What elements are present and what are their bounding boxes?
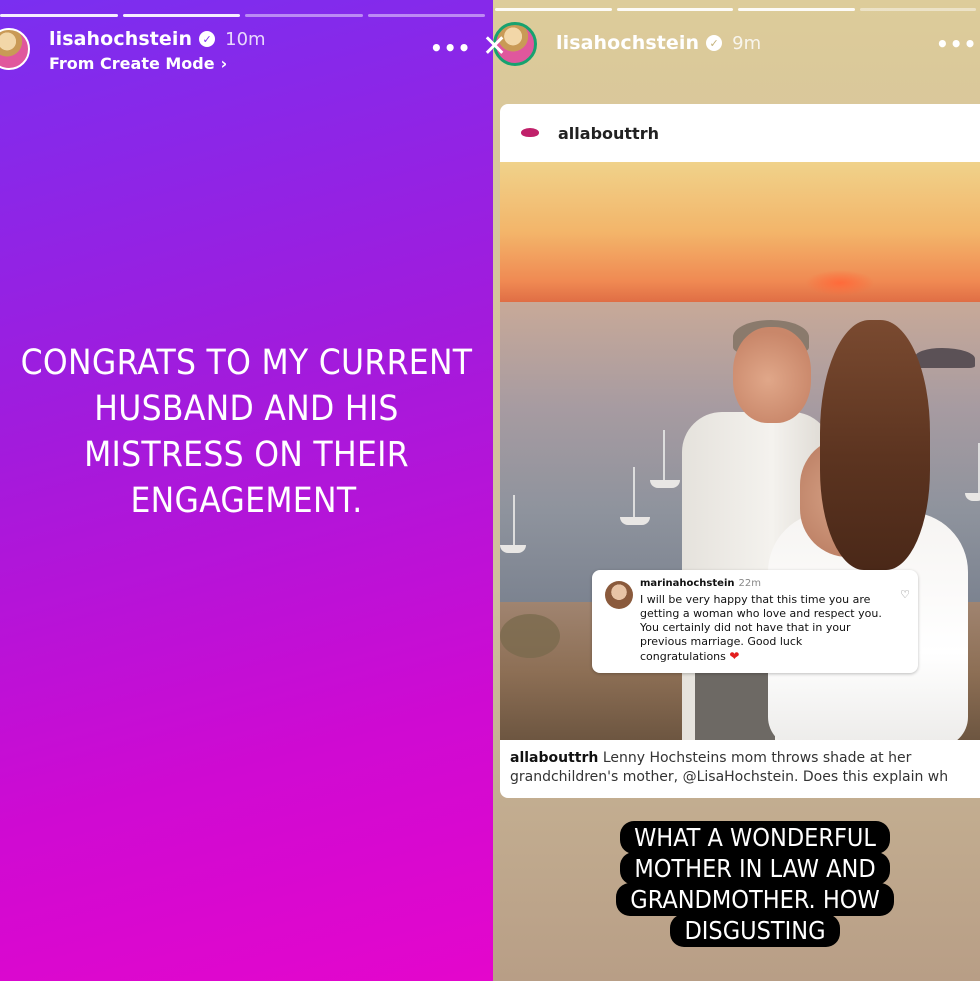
create-mode-label: From Create Mode — [49, 54, 215, 73]
story-overlay-text: WHAT A WONDERFUL MOTHER IN LAW AND GRAND… — [613, 821, 897, 947]
username[interactable]: lisahochstein — [49, 28, 192, 50]
caption-username[interactable]: allabouttrh — [510, 750, 598, 766]
comment-screenshot: marinahochstein 22m I will be very happy … — [592, 570, 918, 673]
more-options-icon[interactable]: ••• — [936, 32, 977, 56]
progress-segment — [122, 14, 240, 17]
overlay-line: DISGUSTING — [670, 914, 840, 947]
username[interactable]: lisahochstein — [556, 32, 699, 54]
overlay-line: MOTHER IN LAW AND — [620, 852, 890, 885]
story-left: lisahochstein ✓ 10m From Create Mode › •… — [0, 0, 493, 981]
story-progress-bar — [0, 14, 485, 17]
verified-badge-icon: ✓ — [199, 31, 216, 47]
caption-text-line1: Lenny Hochsteins mom throws shade at her — [602, 750, 912, 766]
progress-segment — [0, 14, 118, 17]
post-account-name[interactable]: allabouttrh — [558, 124, 659, 143]
story-header: lisahochstein ✓ 10m From Create Mode › — [0, 28, 266, 73]
progress-segment — [738, 8, 855, 11]
comment-username: marinahochstein — [640, 578, 735, 589]
progress-segment — [859, 8, 976, 11]
post-time: 9m — [732, 32, 762, 54]
heart-icon: ❤ — [729, 649, 740, 663]
brand-logo-icon — [516, 122, 544, 144]
post-caption: allabouttrh Lenny Hochsteins mom throws … — [510, 749, 980, 787]
post-photo: marinahochstein 22m I will be very happy … — [500, 162, 980, 740]
comment-avatar — [605, 581, 633, 609]
story-text: CONGRATS TO MY CURRENT HUSBAND AND HIS M… — [20, 343, 473, 521]
create-mode-link[interactable]: From Create Mode › — [49, 54, 266, 73]
story-header: lisahochstein ✓ 9m — [493, 22, 761, 66]
post-header: allabouttrh — [500, 104, 980, 162]
comment-text: I will be very happy that this time you … — [640, 593, 882, 663]
overlay-line: GRANDMOTHER. HOW — [616, 883, 894, 916]
shared-post-card[interactable]: allabouttrh marinahochstein 22m I will b… — [500, 104, 980, 798]
chevron-right-icon: › — [220, 54, 228, 73]
story-progress-bar — [495, 8, 976, 11]
story-right: lisahochstein ✓ 9m ••• allabouttrh marin… — [493, 0, 980, 981]
avatar[interactable] — [0, 28, 30, 70]
comment-time: 22m — [738, 578, 761, 589]
progress-segment — [495, 8, 612, 11]
more-options-icon[interactable]: ••• — [430, 36, 471, 60]
like-heart-icon: ♡ — [900, 588, 910, 601]
overlay-line: WHAT A WONDERFUL — [620, 821, 890, 854]
caption-text-line2: grandchildren's mother, @LisaHochstein. … — [510, 769, 949, 785]
progress-segment — [367, 14, 485, 17]
close-icon[interactable]: ✕ — [482, 32, 507, 62]
progress-segment — [245, 14, 363, 17]
progress-segment — [616, 8, 733, 11]
verified-badge-icon: ✓ — [706, 35, 723, 51]
post-time: 10m — [225, 28, 266, 50]
